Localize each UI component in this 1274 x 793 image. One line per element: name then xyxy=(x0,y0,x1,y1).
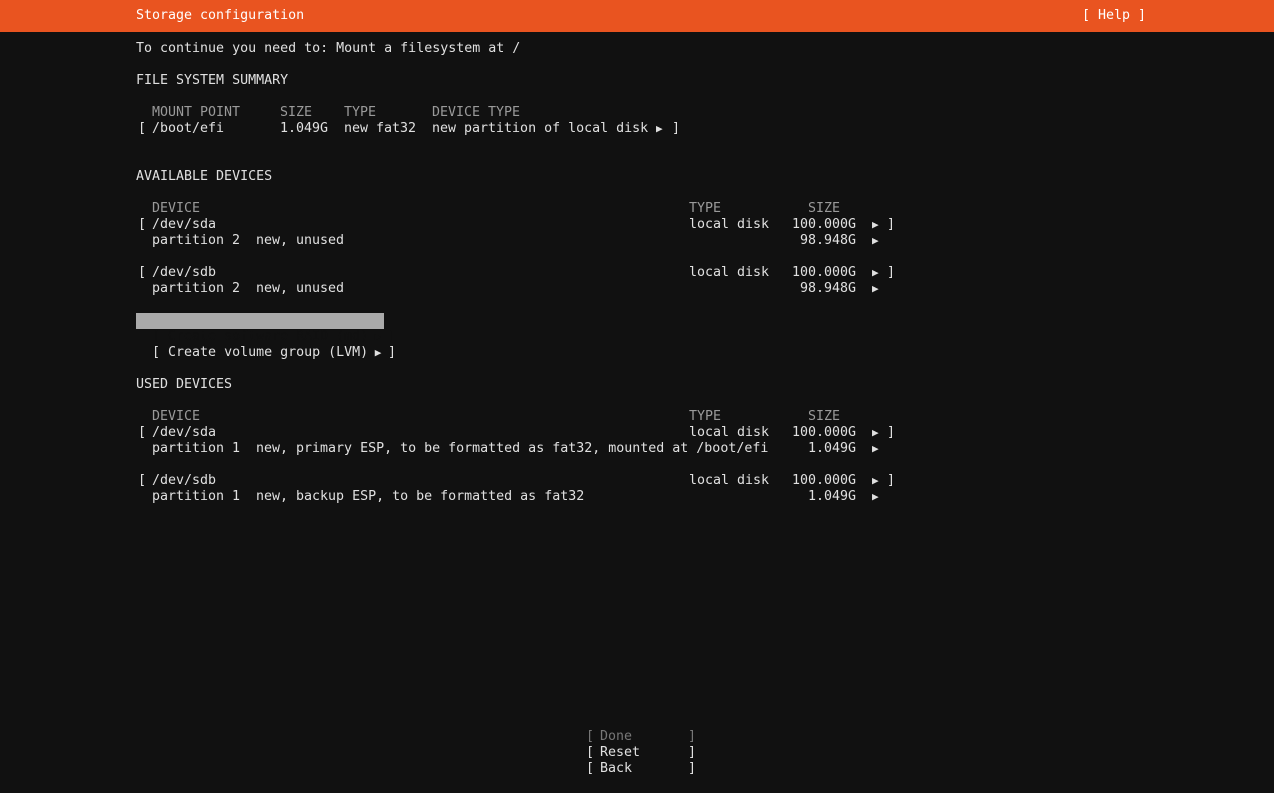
right-triangle-icon: ▶ xyxy=(872,426,879,439)
bracket-open: [ xyxy=(586,729,595,744)
fs-summary-heading: FILE SYSTEM SUMMARY xyxy=(136,73,289,88)
col-size: SIZE xyxy=(808,409,841,424)
device-size: 100.000G xyxy=(792,425,857,440)
partition-desc: new, unused xyxy=(256,233,345,248)
partition-desc: new, unused xyxy=(256,281,345,296)
col-device: DEVICE xyxy=(152,409,201,424)
device-size: 100.000G xyxy=(792,473,857,488)
right-triangle-icon: ▶ xyxy=(872,218,879,231)
partition-label: partition 2 xyxy=(152,281,241,296)
right-triangle-icon: ▶ xyxy=(872,282,879,295)
bracket-open: [ xyxy=(138,121,147,136)
done-label: Done xyxy=(600,729,633,744)
page-title: Storage configuration xyxy=(136,8,305,23)
available-devices-heading: AVAILABLE DEVICES xyxy=(136,169,273,184)
create-raid-button[interactable]: [ Create software RAID (md) ▶ ] xyxy=(136,313,396,344)
partition-size: 98.948G xyxy=(800,233,857,248)
bracket-close: ] xyxy=(688,729,697,744)
right-triangle-icon: ▶ xyxy=(872,266,879,279)
device-type: local disk xyxy=(689,473,770,488)
device-name: /dev/sdb xyxy=(152,265,217,280)
bracket-close: ] xyxy=(688,745,697,760)
header-bar: Storage configuration [ Help ] xyxy=(0,0,1274,32)
col-type: TYPE xyxy=(689,409,722,424)
fs-size: 1.049G xyxy=(280,121,329,136)
device-size: 100.000G xyxy=(792,217,857,232)
partition-desc: new, backup ESP, to be formatted as fat3… xyxy=(256,489,585,504)
right-triangle-icon: ▶ xyxy=(872,474,879,487)
bracket-close: ] xyxy=(887,265,896,280)
device-type: local disk xyxy=(689,425,770,440)
partition-size: 1.049G xyxy=(808,489,857,504)
bracket-close: ] xyxy=(887,425,896,440)
col-mount-point: MOUNT POINT xyxy=(152,105,241,120)
bracket-close: ] xyxy=(672,121,681,136)
instruction-text: To continue you need to: Mount a filesys… xyxy=(136,41,521,56)
partition-label: partition 2 xyxy=(152,233,241,248)
device-size: 100.000G xyxy=(792,265,857,280)
partition-size: 1.049G xyxy=(808,441,857,456)
fs-type: new fat32 xyxy=(344,121,417,136)
create-lvm-label: Create volume group (LVM) xyxy=(168,345,369,360)
col-size: SIZE xyxy=(808,201,841,216)
used-devices-heading: USED DEVICES xyxy=(136,377,233,392)
right-triangle-icon: ▶ xyxy=(872,442,879,455)
bracket-open: [ xyxy=(586,761,595,776)
col-device-type: DEVICE TYPE xyxy=(432,105,521,120)
right-triangle-icon: ▶ xyxy=(368,346,389,359)
bracket-open: [ xyxy=(138,473,147,488)
device-type: local disk xyxy=(689,217,770,232)
bracket-open: [ xyxy=(138,425,147,440)
bracket-open: [ xyxy=(586,745,595,760)
right-triangle-icon: ▶ xyxy=(656,122,663,135)
partition-desc: new, primary ESP, to be formatted as fat… xyxy=(256,441,769,456)
bracket-close: ] xyxy=(688,761,697,776)
partition-label: partition 1 xyxy=(152,489,241,504)
bracket-open: [ xyxy=(138,217,147,232)
bracket-close: ] xyxy=(388,345,397,360)
col-type: TYPE xyxy=(689,201,722,216)
help-button[interactable]: [ Help ] xyxy=(1082,8,1146,24)
reset-label: Reset xyxy=(600,745,641,760)
partition-size: 98.948G xyxy=(800,281,857,296)
create-lvm-button[interactable]: [ Create volume group (LVM) ▶ ] xyxy=(136,329,396,360)
device-name: /dev/sdb xyxy=(152,473,217,488)
bracket-open: [ xyxy=(138,265,147,280)
col-type: TYPE xyxy=(344,105,377,120)
bracket-close: ] xyxy=(887,473,896,488)
fs-mount: /boot/efi xyxy=(152,121,225,136)
device-name: /dev/sda xyxy=(152,217,217,232)
col-size: SIZE xyxy=(280,105,313,120)
device-name: /dev/sda xyxy=(152,425,217,440)
bracket-close: ] xyxy=(887,217,896,232)
device-type: local disk xyxy=(689,265,770,280)
bracket-open: [ xyxy=(152,345,169,360)
right-triangle-icon: ▶ xyxy=(872,234,879,247)
partition-label: partition 1 xyxy=(152,441,241,456)
back-label: Back xyxy=(600,761,633,776)
right-triangle-icon: ▶ xyxy=(872,490,879,503)
col-device: DEVICE xyxy=(152,201,201,216)
fs-device-type: new partition of local disk xyxy=(432,121,649,136)
